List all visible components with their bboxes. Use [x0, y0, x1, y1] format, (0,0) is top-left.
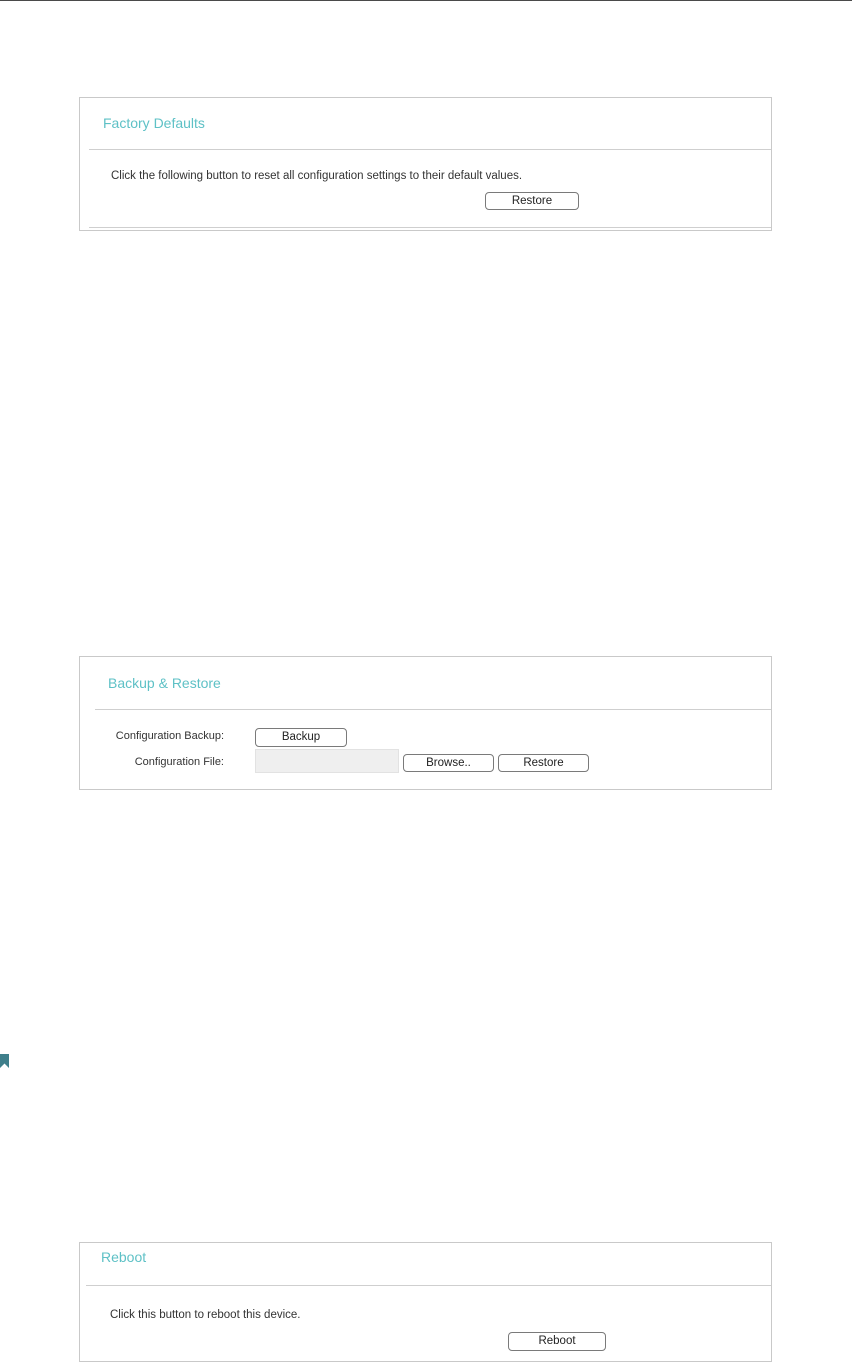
- configuration-file-input[interactable]: [255, 749, 399, 773]
- reboot-title-divider: [86, 1285, 771, 1286]
- factory-restore-button[interactable]: Restore: [485, 192, 579, 210]
- reboot-button[interactable]: Reboot: [508, 1332, 606, 1351]
- factory-defaults-panel: Factory Defaults Click the following but…: [79, 97, 772, 231]
- backup-restore-panel: Backup & Restore Configuration Backup: B…: [79, 656, 772, 790]
- backup-restore-button[interactable]: Restore: [498, 754, 589, 772]
- top-divider: [0, 0, 852, 1]
- configuration-file-label: Configuration File:: [134, 756, 224, 768]
- reboot-title: Reboot: [101, 1249, 147, 1265]
- browse-button[interactable]: Browse..: [403, 754, 494, 772]
- backup-restore-title-divider: [95, 709, 771, 710]
- reboot-description: Click this button to reboot this device.: [110, 1309, 301, 1321]
- reboot-panel: Reboot Click this button to reboot this …: [79, 1242, 772, 1362]
- configuration-backup-label: Configuration Backup:: [115, 730, 224, 742]
- backup-restore-title: Backup & Restore: [108, 675, 221, 691]
- backup-button[interactable]: Backup: [255, 728, 347, 747]
- factory-defaults-description: Click the following button to reset all …: [111, 170, 523, 182]
- factory-defaults-title: Factory Defaults: [103, 115, 205, 131]
- factory-defaults-bottom-divider: [89, 227, 771, 228]
- bookmark-icon: [0, 1054, 9, 1068]
- factory-defaults-title-divider: [89, 149, 771, 150]
